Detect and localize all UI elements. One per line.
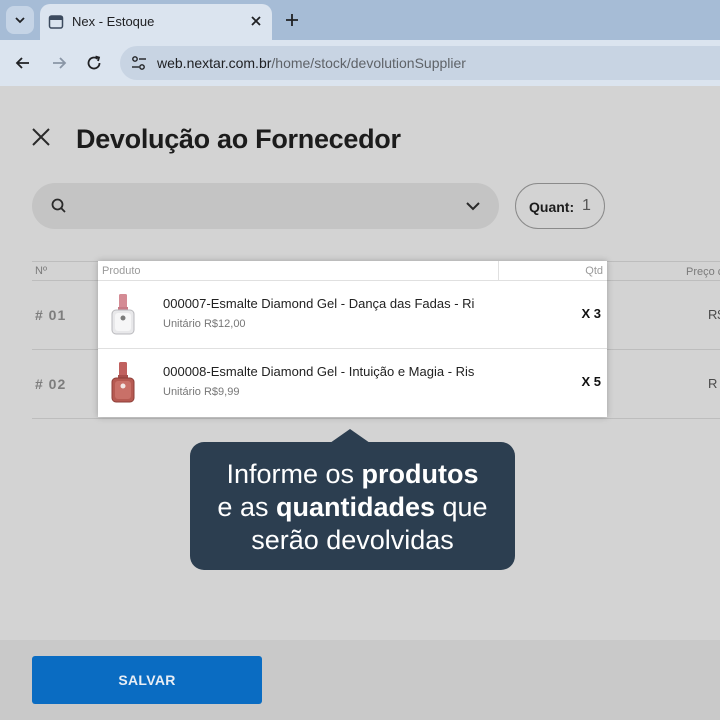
row-price: R$ xyxy=(708,307,720,322)
product-quantity: X 3 xyxy=(581,306,601,321)
header-product: Produto xyxy=(102,265,141,277)
tab-title: Nex - Estoque xyxy=(72,14,155,29)
product-quantity: X 5 xyxy=(581,374,601,389)
tooltip-text: Informe os produtos e as quantidades que… xyxy=(190,458,515,557)
url-text: web.nextar.com.br/home/stock/devolutionS… xyxy=(157,55,466,71)
product-unit-price: Unitário R$9,99 xyxy=(163,386,240,398)
product-unit-price: Unitário R$12,00 xyxy=(163,318,246,330)
tooltip-emphasis: produtos xyxy=(361,459,479,489)
browser-toolbar: web.nextar.com.br/home/stock/devolutionS… xyxy=(0,40,720,86)
nail-polish-thumbnail xyxy=(111,362,135,403)
nail-polish-thumbnail xyxy=(111,294,135,335)
site-settings-icon[interactable] xyxy=(130,55,148,71)
quantity-field[interactable]: Quant: 1 xyxy=(515,183,605,229)
chevron-down-icon xyxy=(15,17,25,24)
store-favicon-icon xyxy=(48,15,64,29)
row-price: R xyxy=(708,376,718,391)
forward-arrow-icon[interactable] xyxy=(49,53,69,73)
tooltip-text-part: que xyxy=(435,492,488,522)
search-icon xyxy=(51,198,66,213)
close-icon[interactable] xyxy=(30,126,52,148)
header-quantity: Qtd xyxy=(585,265,603,277)
url-path: /home/stock/devolutionSupplier xyxy=(271,55,466,71)
browser-tab[interactable]: Nex - Estoque xyxy=(40,4,272,40)
instruction-tooltip: Informe os produtos e as quantidades que… xyxy=(190,442,515,570)
browser-tab-bar: Nex - Estoque xyxy=(0,0,720,40)
product-search-input[interactable] xyxy=(32,183,499,229)
url-host: web.nextar.com.br xyxy=(157,55,272,71)
tooltip-line-3: serão devolvidas xyxy=(251,525,454,555)
header-number: Nº xyxy=(35,265,47,277)
product-row[interactable]: 000008-Esmalte Diamond Gel - Intuição e … xyxy=(98,349,607,417)
address-bar[interactable]: web.nextar.com.br/home/stock/devolutionS… xyxy=(120,46,720,80)
header-price: Preço c xyxy=(686,266,720,278)
chevron-down-icon[interactable] xyxy=(465,199,481,213)
new-tab-icon[interactable] xyxy=(282,10,302,30)
tooltip-line-1: Informe os produtos xyxy=(190,458,515,491)
tooltip-line-2: e as quantidades que xyxy=(190,491,515,524)
quantity-value: 1 xyxy=(582,197,591,214)
row-number: # 01 xyxy=(35,307,67,323)
tooltip-text-part: Informe os xyxy=(226,459,362,489)
highlighted-product-table: Produto Qtd 000007-Esmalte Diamond Gel -… xyxy=(98,261,607,417)
tooltip-text-part: e as xyxy=(217,492,276,522)
tooltip-arrow xyxy=(330,429,370,443)
tooltip-emphasis: quantidades xyxy=(275,492,435,522)
popup-table-header: Produto Qtd xyxy=(98,261,607,281)
quantity-label: Quant: xyxy=(529,199,575,215)
back-arrow-icon[interactable] xyxy=(13,53,33,73)
reload-icon[interactable] xyxy=(84,53,104,73)
product-name: 000007-Esmalte Diamond Gel - Dança das F… xyxy=(163,296,475,311)
product-name: 000008-Esmalte Diamond Gel - Intuição e … xyxy=(163,364,475,379)
close-tab-icon[interactable] xyxy=(248,13,264,29)
product-row[interactable]: 000007-Esmalte Diamond Gel - Dança das F… xyxy=(98,281,607,349)
save-button[interactable]: SALVAR xyxy=(32,656,262,704)
header-divider xyxy=(498,261,499,281)
row-number: # 02 xyxy=(35,376,67,392)
page-title: Devolução ao Fornecedor xyxy=(76,124,401,154)
tab-search-button[interactable] xyxy=(6,6,34,34)
footer-bar: SALVAR xyxy=(0,640,720,720)
